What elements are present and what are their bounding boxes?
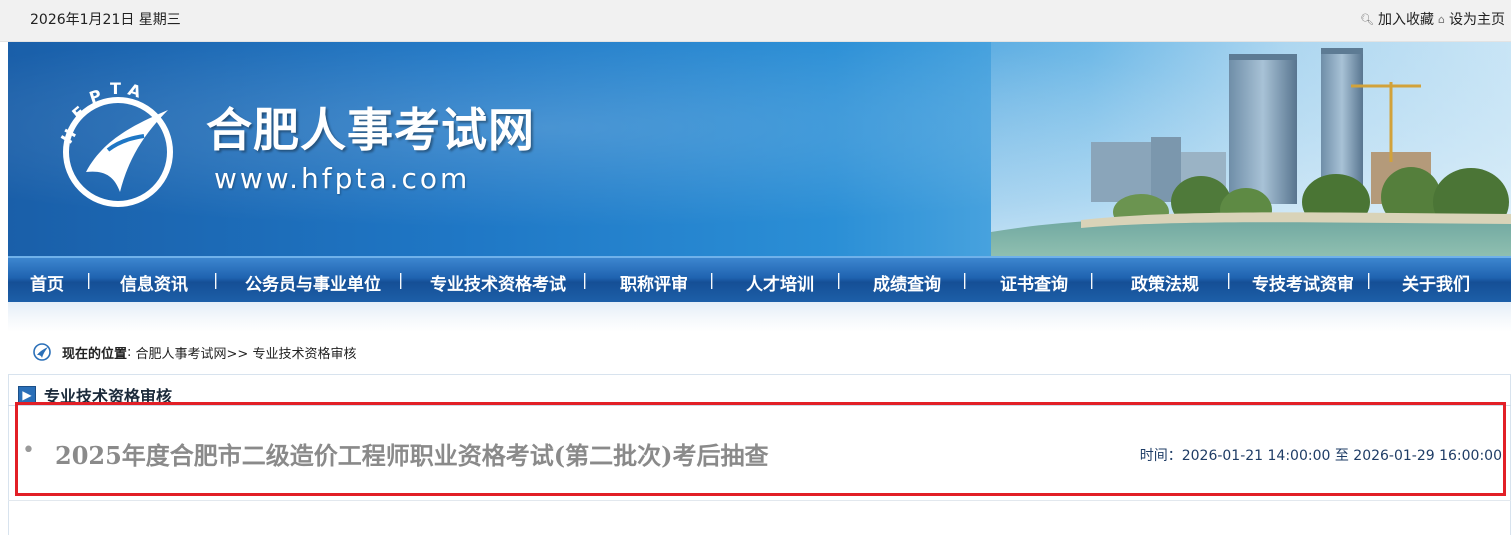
nav-separator: | (86, 270, 92, 289)
nav-item-1[interactable]: 首页 (30, 270, 64, 295)
nav-item-5[interactable]: 职称评审 (620, 270, 688, 295)
home-icon: ⌂ (1438, 12, 1445, 26)
city-scene-image (991, 42, 1511, 256)
svg-text:T: T (110, 80, 121, 98)
nav-item-3[interactable]: 公务员与事业单位 (245, 270, 381, 295)
nav-item-8[interactable]: 证书查询 (1000, 270, 1068, 295)
nav-separator: | (398, 270, 404, 289)
nav-item-10[interactable]: 专技考试资审 (1252, 270, 1354, 295)
nav-separator: | (1226, 270, 1232, 289)
nav-separator: | (962, 270, 968, 289)
bookmark-link[interactable]: 加入收藏 (1378, 9, 1434, 29)
nav-item-9[interactable]: 政策法规 (1131, 270, 1199, 295)
nav-item-4[interactable]: 专业技术资格考试 (430, 270, 566, 295)
hfpta-logo-icon[interactable]: H F P T A (48, 80, 188, 220)
site-banner: H F P T A 合肥人事考试网 www.hfpta.com (8, 42, 1511, 256)
nav-separator: | (1089, 270, 1095, 289)
nav-item-2[interactable]: 信息资讯 (120, 270, 188, 295)
nav-separator: | (1366, 270, 1372, 289)
svg-text:P: P (87, 86, 104, 108)
top-bar: 2026年1月21日 星期三 🔍︎ 加入收藏 ⌂ 设为主页 (0, 0, 1511, 42)
svg-text:A: A (126, 80, 144, 102)
current-date: 2026年1月21日 星期三 (30, 12, 181, 28)
main-nav: 首页 | 信息资讯 | 公务员与事业单位 | 专业技术资格考试 | 职称评审 | 人才培训 | 成绩查询… (8, 256, 1511, 302)
nav-item-6[interactable]: 人才培训 (746, 270, 814, 295)
breadcrumb-label: 现在的位置 (62, 346, 128, 362)
breadcrumb: 现在的位置 : 合肥人事考试网>> 专业技术资格审核 (32, 342, 356, 362)
top-links: 🔍︎ 加入收藏 ⌂ 设为主页 (1360, 9, 1505, 29)
svg-text:H: H (57, 126, 80, 147)
nav-separator: | (836, 270, 842, 289)
location-icon (33, 343, 51, 361)
nav-item-11[interactable]: 关于我们 (1402, 270, 1470, 295)
key-icon: 🔍︎ (1360, 12, 1375, 26)
nav-item-7[interactable]: 成绩查询 (873, 270, 941, 295)
nav-separator: | (213, 270, 219, 289)
nav-separator: | (582, 270, 588, 289)
site-name: 合肥人事考试网 (206, 103, 535, 157)
highlight-box (15, 402, 1506, 496)
set-homepage-link[interactable]: 设为主页 (1449, 9, 1505, 29)
breadcrumb-path[interactable]: 合肥人事考试网>> 专业技术资格审核 (131, 343, 357, 362)
site-url: www.hfpta.com (214, 162, 471, 195)
nav-separator: | (709, 270, 715, 289)
